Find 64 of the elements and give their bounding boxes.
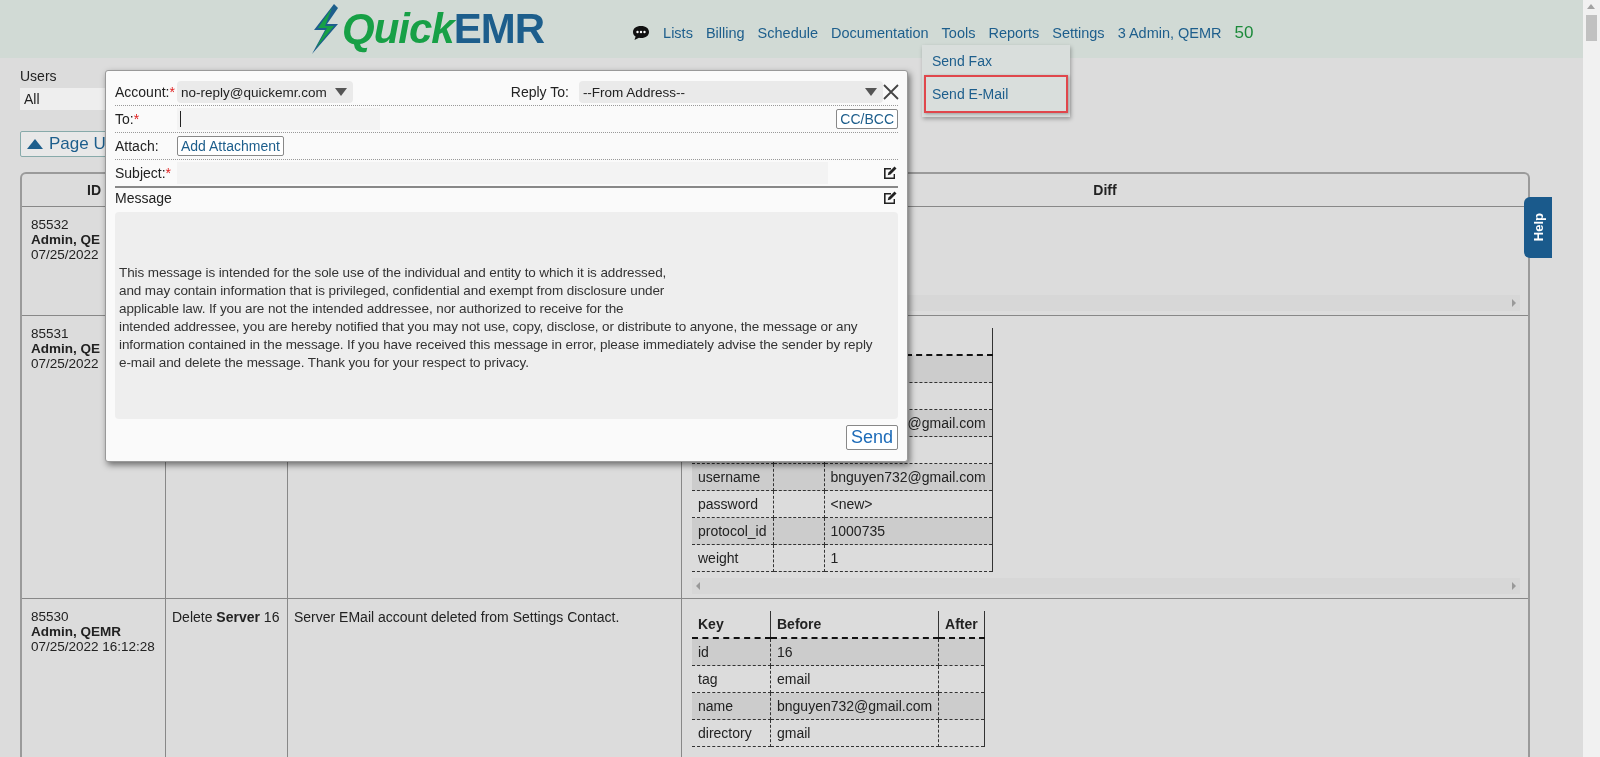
- user-name: Admin, QEMR: [31, 624, 121, 639]
- field-label: Message: [115, 190, 172, 206]
- nav-link[interactable]: Tools: [941, 25, 976, 41]
- table-cell: username: [692, 463, 773, 491]
- table-cell: weight: [692, 544, 773, 572]
- table-cell: <new>: [824, 490, 993, 518]
- table-cell: tag: [692, 665, 771, 693]
- table-cell: 16: [770, 638, 939, 666]
- account-select[interactable]: no-reply@quickemr.com: [177, 81, 353, 103]
- field-label: Attach:: [115, 138, 160, 154]
- table-cell: password: [692, 490, 773, 518]
- vertical-scrollbar[interactable]: [1583, 0, 1600, 757]
- count-label: 50: [1234, 23, 1254, 43]
- table-cell: 1: [824, 544, 993, 572]
- nav-link[interactable]: Documentation: [831, 25, 929, 41]
- nav-link[interactable]: Lists: [663, 25, 693, 41]
- description-text: Server EMail account deleted from Settings Contact.: [294, 609, 620, 625]
- action-text: Delete Server 16: [172, 609, 280, 625]
- nav-link[interactable]: Reports: [988, 25, 1040, 41]
- triangle-up-icon: [27, 139, 43, 149]
- edit-icon[interactable]: [882, 190, 898, 206]
- field-label: Reply To:: [510, 84, 569, 100]
- log-id: 85531: [31, 326, 69, 341]
- table-cell: email: [770, 665, 939, 693]
- log-id: 85532: [31, 217, 69, 232]
- menu-item[interactable]: Send E-Mail: [924, 75, 1068, 113]
- nav-link[interactable]: Billing: [705, 25, 745, 41]
- message-field[interactable]: This message is intended for the sole use of the individual and entity to which it is addressed, and may contain information that is privileged, confidential and exempt from disclosure under applicable law. If you are not the intended addressee, nor authorized to receive for the intended addressee, you are hereby notified that you may not use, copy, disclose, or distribute to anyone, the message or any information contained in the message. If you have received this message in error, please immediately advise the sender by reply e-mail and delete the message. Thank you for your respect to privacy.: [115, 212, 898, 419]
- edit-icon[interactable]: [882, 165, 898, 181]
- user-menu[interactable]: 3 Admin, QEMR: [1117, 25, 1222, 41]
- reply-to-select[interactable]: --From Address--: [578, 81, 883, 103]
- log-date: 07/25/2022 16:12:28: [31, 639, 155, 654]
- to-input-field[interactable]: [177, 108, 380, 130]
- close-icon[interactable]: [882, 84, 899, 100]
- cc-bcc-button[interactable]: CC/BCC: [836, 109, 898, 129]
- table-cell: id: [692, 638, 771, 666]
- column-header: ID: [87, 182, 101, 198]
- chat-bubble-icon[interactable]: [632, 25, 651, 41]
- table-cell: protocol_id: [692, 517, 773, 545]
- help-tab[interactable]: Help: [1524, 197, 1552, 258]
- menu-item[interactable]: Send Fax: [924, 47, 1068, 75]
- table-cell: bnguyen732@gmail.com: [824, 463, 993, 491]
- users-label: Users: [20, 68, 58, 84]
- field-label: To:*: [115, 111, 141, 127]
- user-name: Admin, QE: [31, 341, 100, 356]
- caret-icon: [334, 88, 347, 96]
- horizontal-scrollbar[interactable]: [692, 578, 1520, 594]
- table-cell: 1000735: [824, 517, 993, 545]
- log-date: 07/25/2022: [31, 356, 99, 371]
- table-cell: bnguyen732@gmail.com: [770, 692, 939, 720]
- nav-link[interactable]: Schedule: [757, 25, 819, 41]
- field-label: Subject:*: [115, 165, 173, 181]
- table-cell: directory: [692, 719, 771, 747]
- caret-icon: [864, 88, 877, 96]
- logo: QuickEMR: [308, 4, 545, 54]
- table-cell: gmail: [770, 719, 939, 747]
- log-id: 85530: [31, 609, 69, 624]
- send-button[interactable]: Send: [845, 425, 898, 450]
- nav-link[interactable]: Settings: [1052, 25, 1105, 41]
- add-attachment-button[interactable]: Add Attachment: [177, 136, 284, 156]
- table-cell: name: [692, 692, 771, 720]
- log-date: 07/25/2022: [31, 247, 99, 262]
- user-name: Admin, QE: [31, 232, 100, 247]
- column-header: Diff: [1093, 182, 1117, 198]
